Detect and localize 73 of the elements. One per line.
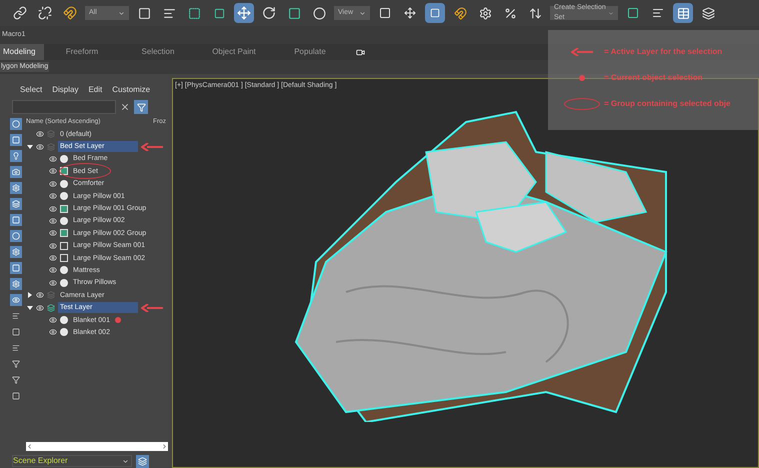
eye-icon[interactable] — [49, 229, 57, 238]
filter-toggle-icon[interactable] — [10, 230, 22, 242]
group-icon — [60, 229, 68, 238]
filter-toggle-icon[interactable] — [10, 214, 22, 226]
filter-toggle-icon[interactable] — [10, 134, 22, 146]
eye-icon[interactable] — [49, 167, 57, 176]
tool-icon[interactable] — [10, 374, 22, 386]
expand-toggle[interactable] — [26, 144, 32, 150]
filter-toggle-icon[interactable] — [10, 182, 22, 194]
ribbon-tab[interactable]: Object Paint — [196, 44, 272, 60]
eye-icon[interactable] — [36, 304, 44, 312]
filter-button[interactable] — [134, 100, 148, 114]
explorer-dropdown[interactable]: Scene Explorer — [12, 455, 132, 467]
filter-toggle-icon[interactable] — [10, 262, 22, 274]
legend-ellipse — [564, 98, 600, 110]
menu-item[interactable]: Customize — [112, 84, 150, 96]
legend-text: = Group containing selected obje — [604, 98, 730, 110]
eye-icon[interactable] — [49, 180, 57, 188]
filter-toggle-icon[interactable] — [10, 246, 22, 258]
tool-icon[interactable] — [10, 390, 22, 402]
search-field[interactable] — [12, 100, 116, 114]
eye-icon[interactable] — [49, 192, 57, 200]
expanded-arrow-icon — [26, 304, 32, 311]
ribbon-tab[interactable]: Selection — [120, 44, 196, 60]
menu-item[interactable]: Display — [52, 84, 78, 96]
ribbon-tab[interactable]: Modeling — [0, 44, 44, 60]
eye-icon[interactable] — [49, 154, 57, 163]
filter-toggle-icon[interactable] — [10, 294, 22, 306]
eye-icon[interactable] — [49, 266, 57, 274]
layers-icon — [47, 291, 55, 300]
ribbon-tab[interactable]: Populate — [272, 44, 348, 60]
eye-icon[interactable] — [49, 278, 57, 287]
scroll-right-icon[interactable] — [161, 443, 168, 450]
legend-text: = Active Layer for the selection — [604, 46, 722, 58]
eye-icon[interactable] — [36, 130, 44, 138]
filter-toggle-icon[interactable] — [10, 118, 22, 130]
filter-toggle-icon[interactable] — [10, 150, 22, 162]
expand-toggle[interactable] — [26, 304, 32, 311]
layers-icon — [47, 142, 55, 151]
move-icon[interactable] — [234, 3, 254, 23]
group-icon — [60, 204, 68, 213]
eye-icon[interactable] — [36, 142, 44, 151]
caret-icon — [359, 10, 366, 16]
scroll-left-icon[interactable] — [26, 443, 33, 450]
scene-explorer-icon[interactable] — [673, 3, 693, 23]
collapsed-arrow-icon — [26, 292, 32, 298]
eye-icon[interactable] — [49, 204, 57, 213]
legend-arrow — [571, 48, 593, 56]
menu-item[interactable]: Select — [20, 84, 42, 96]
eye-icon[interactable] — [49, 254, 57, 262]
tool-icon[interactable] — [10, 358, 22, 370]
eye-icon[interactable] — [49, 242, 57, 250]
filter-toggle-icon[interactable] — [10, 198, 22, 210]
camera-icon[interactable] — [356, 48, 365, 57]
eye-icon[interactable] — [49, 328, 57, 336]
expanded-arrow-icon — [26, 144, 32, 150]
clear-icon[interactable] — [120, 102, 130, 112]
layers-icon — [47, 130, 55, 138]
filter-toggle-icon[interactable] — [10, 166, 22, 178]
tool-icon[interactable] — [10, 326, 22, 338]
caret-icon — [122, 458, 129, 464]
menu-item[interactable]: Edit — [88, 84, 102, 96]
caret-icon — [608, 10, 614, 16]
expand-toggle[interactable] — [26, 292, 32, 298]
ribbon-tab[interactable]: Freeform — [44, 44, 120, 60]
caret-icon — [118, 10, 125, 16]
eye-icon[interactable] — [49, 316, 57, 324]
group-icon — [60, 167, 68, 176]
eye-icon[interactable] — [49, 216, 57, 225]
horizontal-scrollbar[interactable] — [26, 442, 168, 451]
filter-toggle-icon[interactable] — [10, 278, 22, 290]
eye-icon[interactable] — [36, 291, 44, 300]
layers-button[interactable] — [136, 454, 149, 468]
